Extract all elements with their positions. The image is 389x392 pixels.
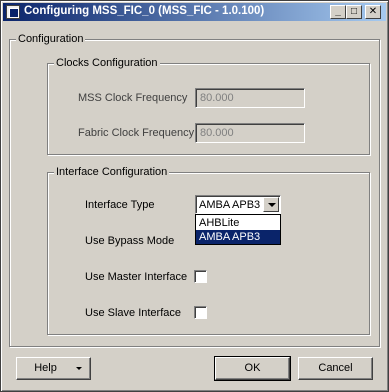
configuration-group-label: Configuration xyxy=(16,33,86,45)
app-icon xyxy=(6,5,20,19)
interface-type-label: Interface Type xyxy=(85,199,155,211)
cancel-button[interactable]: Cancel xyxy=(298,357,373,380)
dropdown-arrow-icon xyxy=(76,367,82,370)
close-button[interactable]: ✕ xyxy=(365,5,381,19)
help-button[interactable]: Help xyxy=(16,357,91,380)
master-interface-checkbox[interactable] xyxy=(194,270,207,283)
dropdown-option-amba-apb3[interactable]: AMBA APB3 xyxy=(196,230,280,244)
window-title: Configuring MSS_FIC_0 (MSS_FIC - 1.0.100… xyxy=(24,5,265,17)
help-button-label: Help xyxy=(34,362,57,374)
fabric-clock-label: Fabric Clock Frequency xyxy=(78,127,195,139)
interface-group-label: Interface Configuration xyxy=(54,166,170,178)
title-bar[interactable]: Configuring MSS_FIC_0 (MSS_FIC - 1.0.100… xyxy=(3,3,386,21)
slave-interface-checkbox[interactable] xyxy=(194,306,207,319)
clocks-group-label: Clocks Configuration xyxy=(54,57,160,69)
dialog-window: Configuring MSS_FIC_0 (MSS_FIC - 1.0.100… xyxy=(0,0,389,392)
mss-clock-label: MSS Clock Frequency xyxy=(78,92,188,104)
bypass-mode-label: Use Bypass Mode xyxy=(85,235,175,247)
chevron-down-icon[interactable] xyxy=(263,197,279,212)
interface-type-select[interactable]: AMBA APB3 xyxy=(195,195,281,214)
ok-button[interactable]: OK xyxy=(214,356,291,381)
master-interface-label: Use Master Interface xyxy=(85,271,188,283)
minimize-button[interactable]: _ xyxy=(330,5,346,19)
mss-clock-field: 80.000 xyxy=(195,88,305,108)
fabric-clock-field: 80.000 xyxy=(195,123,305,143)
dropdown-option-ahblite[interactable]: AHBLite xyxy=(196,216,280,230)
interface-type-dropdown[interactable]: AHBLite AMBA APB3 xyxy=(195,214,281,245)
interface-type-value: AMBA APB3 xyxy=(199,199,261,211)
slave-interface-label: Use Slave Interface xyxy=(85,307,181,319)
maximize-button[interactable]: □ xyxy=(346,5,362,19)
